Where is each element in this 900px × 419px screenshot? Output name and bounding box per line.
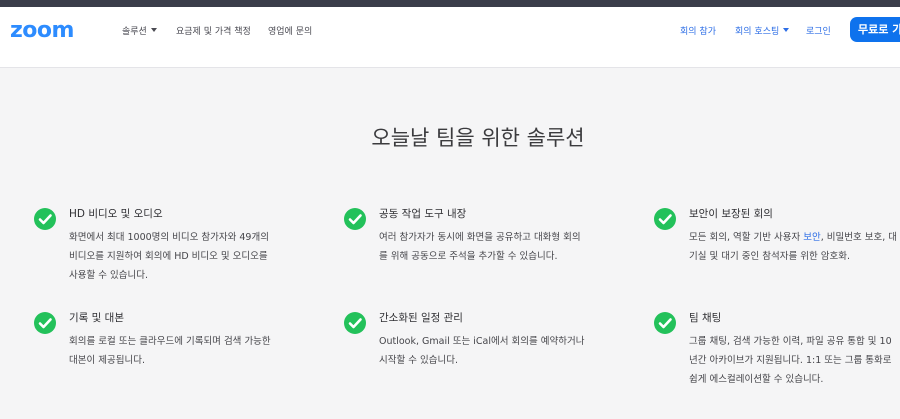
feature-description: 여러 참가자가 동시에 화면을 공유하고 대화형 회의를 위해 공동으로 주석을… xyxy=(379,232,581,262)
check-circle-icon xyxy=(344,208,366,230)
check-circle-icon xyxy=(34,208,56,230)
nav-host-meeting[interactable]: 회의 호스팅 xyxy=(735,24,790,37)
check-circle-icon xyxy=(34,312,56,334)
svg-text:zoom: zoom xyxy=(10,18,74,42)
chevron-down-icon xyxy=(150,28,157,32)
section-title: 오늘날 팀을 위한 솔루션 xyxy=(371,126,585,150)
feature-description-text: 모든 회의, 역할 기반 사용자 xyxy=(689,232,804,243)
nav-join-meeting[interactable]: 회의 참가 xyxy=(680,24,716,37)
zoom-logo[interactable]: zoom xyxy=(10,18,88,42)
feature-title: 간소화된 일정 관리 xyxy=(379,312,463,324)
nav-solutions[interactable]: 솔루션 xyxy=(122,24,157,37)
check-circle-icon xyxy=(654,208,676,230)
chevron-down-icon xyxy=(783,28,790,32)
browser-top-strip xyxy=(0,0,900,7)
feature-title: HD 비디오 및 오디오 xyxy=(69,208,163,220)
sign-up-free-button[interactable]: 무료로 가 xyxy=(850,17,900,42)
security-link[interactable]: 보안 xyxy=(803,232,820,243)
feature-title: 기록 및 대본 xyxy=(69,312,124,324)
feature-title: 공동 작업 도구 내장 xyxy=(379,208,467,220)
nav-sign-in[interactable]: 로그인 xyxy=(806,24,831,37)
nav-solutions-label: 솔루션 xyxy=(122,27,147,37)
feature-description: 화면에서 최대 1000명의 비디오 참가자와 49개의 비디오를 지원하여 회… xyxy=(69,232,269,281)
feature-description: Outlook, Gmail 또는 iCal에서 회의를 예약하거나 시작할 수… xyxy=(379,336,585,366)
check-circle-icon xyxy=(654,312,676,334)
nav-contact-sales[interactable]: 영업에 문의 xyxy=(268,24,312,37)
feature-title: 팀 채팅 xyxy=(689,312,722,324)
feature-title: 보안이 보장된 회의 xyxy=(689,208,773,220)
nav-host-label: 회의 호스팅 xyxy=(735,27,780,37)
check-circle-icon xyxy=(344,312,366,334)
feature-description: 그룹 채팅, 검색 가능한 이력, 파일 공유 통합 및 10년간 아카이브가 … xyxy=(689,336,892,385)
feature-description: 모든 회의, 역할 기반 사용자 보안, 비밀번호 보호, 대기실 및 대기 중… xyxy=(689,228,899,266)
nav-pricing[interactable]: 요금제 및 가격 책정 xyxy=(176,24,251,37)
top-navbar: zoom 솔루션 요금제 및 가격 책정 영업에 문의 회의 참가 회의 호스팅… xyxy=(0,7,900,68)
feature-description: 회의를 로컬 또는 클라우드에 기록되며 검색 가능한 대본이 제공됩니다. xyxy=(69,336,271,366)
